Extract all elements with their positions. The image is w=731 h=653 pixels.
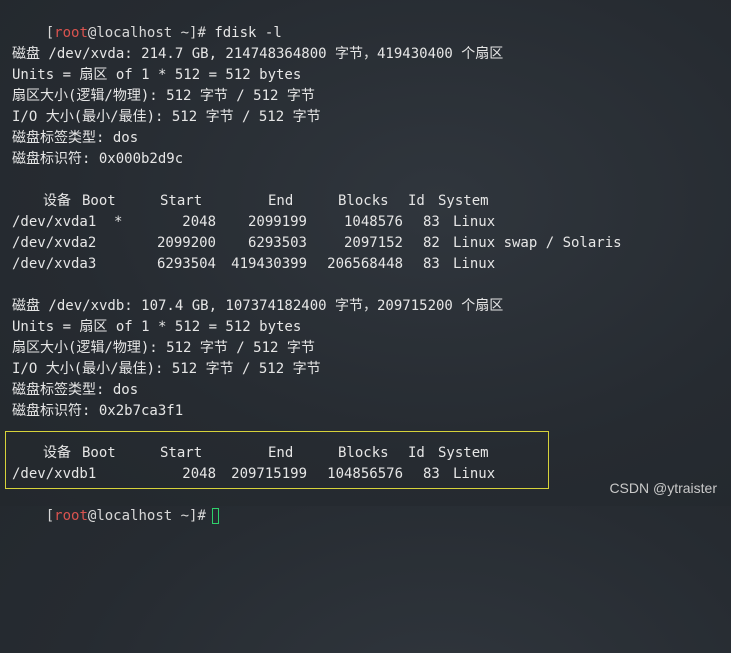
table-row: /dev/xvda2 2099200 6293503 2097152 82 Li… [12, 233, 727, 254]
disk1-header: 磁盘 /dev/xvda: 214.7 GB, 214748364800 字节，… [12, 46, 504, 62]
prompt-symbol: ]# [189, 508, 206, 524]
prompt-host: localhost [96, 508, 173, 524]
col-start: Start [160, 193, 203, 209]
disk2-units: Units = 扇区 of 1 * 512 = 512 bytes [12, 319, 302, 335]
col-system: System [438, 193, 489, 209]
prompt-symbol: ]# [189, 25, 206, 41]
col-id: Id [408, 193, 425, 209]
watermark: CSDN @ytraister [609, 480, 717, 496]
row-end: 6293503 [247, 235, 307, 251]
row-system: Linux swap / Solaris [453, 235, 622, 251]
command-text: fdisk -l [214, 25, 282, 41]
disk2-header: 磁盘 /dev/xvdb: 107.4 GB, 107374182400 字节，… [12, 298, 504, 314]
disk2-label-type: 磁盘标签类型: dos [12, 382, 139, 398]
prompt-path: ~ [172, 508, 190, 524]
prompt-path: ~ [172, 25, 190, 41]
row-end: 419430399 [231, 256, 307, 272]
prompt-bracket: [ [45, 508, 55, 524]
highlight-annotation [5, 431, 549, 489]
col-device: 设备 [43, 193, 71, 209]
row-blocks: 206568448 [327, 256, 403, 272]
row-system: Linux [453, 256, 496, 272]
disk1-sector-size: 扇区大小(逻辑/物理): 512 字节 / 512 字节 [12, 88, 315, 104]
row-system: Linux [453, 214, 496, 230]
row-start: 2099200 [156, 235, 216, 251]
row-blocks: 2097152 [343, 235, 403, 251]
prompt-at: @ [87, 508, 97, 524]
row-start: 2048 [182, 214, 216, 230]
disk1-label-type: 磁盘标签类型: dos [12, 130, 139, 146]
row-id: 83 [423, 256, 440, 272]
row-start: 6293504 [156, 256, 216, 272]
table-row: /dev/xvda3 6293504 419430399 206568448 8… [12, 254, 727, 275]
prompt-host: localhost [96, 25, 173, 41]
prompt-user: root [54, 508, 88, 524]
prompt-user: root [54, 25, 88, 41]
col-end: End [268, 193, 294, 209]
col-blocks: Blocks [338, 193, 389, 209]
row-device: /dev/xvda1 [12, 214, 97, 230]
disk2-identifier: 磁盘标识符: 0x2b7ca3f1 [12, 403, 184, 419]
partition-table-header: 设备 Boot Start End Blocks Id System [12, 191, 727, 212]
disk2-io-size: I/O 大小(最小/最佳): 512 字节 / 512 字节 [12, 361, 321, 377]
disk1-units: Units = 扇区 of 1 * 512 = 512 bytes [12, 67, 302, 83]
table-row: /dev/xvda1 * 2048 2099199 1048576 83 Lin… [12, 212, 727, 233]
row-blocks: 1048576 [343, 214, 403, 230]
row-id: 83 [423, 214, 440, 230]
disk2-sector-size: 扇区大小(逻辑/物理): 512 字节 / 512 字节 [12, 340, 315, 356]
disk1-io-size: I/O 大小(最小/最佳): 512 字节 / 512 字节 [12, 109, 321, 125]
row-end: 2099199 [247, 214, 307, 230]
row-id: 82 [423, 235, 440, 251]
row-device: /dev/xvda2 [12, 235, 97, 251]
command-line: [root@localhost ~]# fdisk -l [12, 2, 282, 41]
col-boot: Boot [82, 193, 116, 209]
row-boot: * [114, 214, 123, 230]
row-device: /dev/xvda3 [12, 256, 97, 272]
disk1-identifier: 磁盘标识符: 0x000b2d9c [12, 151, 184, 167]
prompt-bracket: [ [45, 25, 55, 41]
cursor-icon[interactable] [211, 508, 219, 524]
